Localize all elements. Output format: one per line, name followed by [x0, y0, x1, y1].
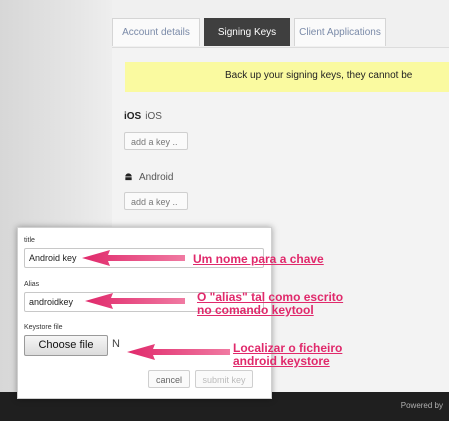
- tab-client-applications[interactable]: Client Applications: [294, 18, 386, 46]
- android-add-key-button[interactable]: add a key ..: [124, 192, 188, 210]
- submit-key-button[interactable]: submit key: [195, 370, 253, 388]
- android-platform: Android: [124, 172, 173, 183]
- android-label: Android: [139, 172, 174, 183]
- banner-text: Back up your signing keys, they cannot b…: [225, 70, 413, 81]
- annotation-alias: O "alias" tal como escrito no comando ke…: [197, 291, 343, 317]
- annotation-title-text: Um nome para a chave: [193, 252, 324, 266]
- ios-platform: iOS iOS: [124, 111, 162, 122]
- tab-account-details[interactable]: Account details: [112, 18, 200, 46]
- alias-field-label: Alias: [24, 281, 40, 288]
- annotation-keystore-line2: android keystore: [233, 354, 330, 368]
- ios-add-key-button[interactable]: add a key ..: [124, 132, 188, 150]
- ios-label: iOS: [145, 111, 162, 122]
- file-status-text: N: [112, 338, 120, 350]
- title-field-label: title: [24, 237, 35, 244]
- backup-warning-banner: Back up your signing keys, they cannot b…: [125, 62, 449, 92]
- cancel-button[interactable]: cancel: [148, 370, 190, 388]
- tab-signing-keys[interactable]: Signing Keys: [204, 18, 290, 46]
- footer-text: Powered by: [400, 401, 443, 410]
- ios-icon: iOS: [124, 111, 142, 122]
- keystore-field-label: Keystore file: [24, 324, 63, 331]
- annotation-title: Um nome para a chave: [193, 253, 324, 266]
- tab-bar: Account details Signing Keys Client Appl…: [112, 15, 449, 47]
- android-icon: [125, 173, 132, 181]
- annotation-alias-line2: no comando keytool: [197, 303, 314, 317]
- annotation-keystore: Localizar o ficheiro android keystore: [233, 342, 342, 368]
- choose-file-button[interactable]: Choose file: [24, 335, 108, 356]
